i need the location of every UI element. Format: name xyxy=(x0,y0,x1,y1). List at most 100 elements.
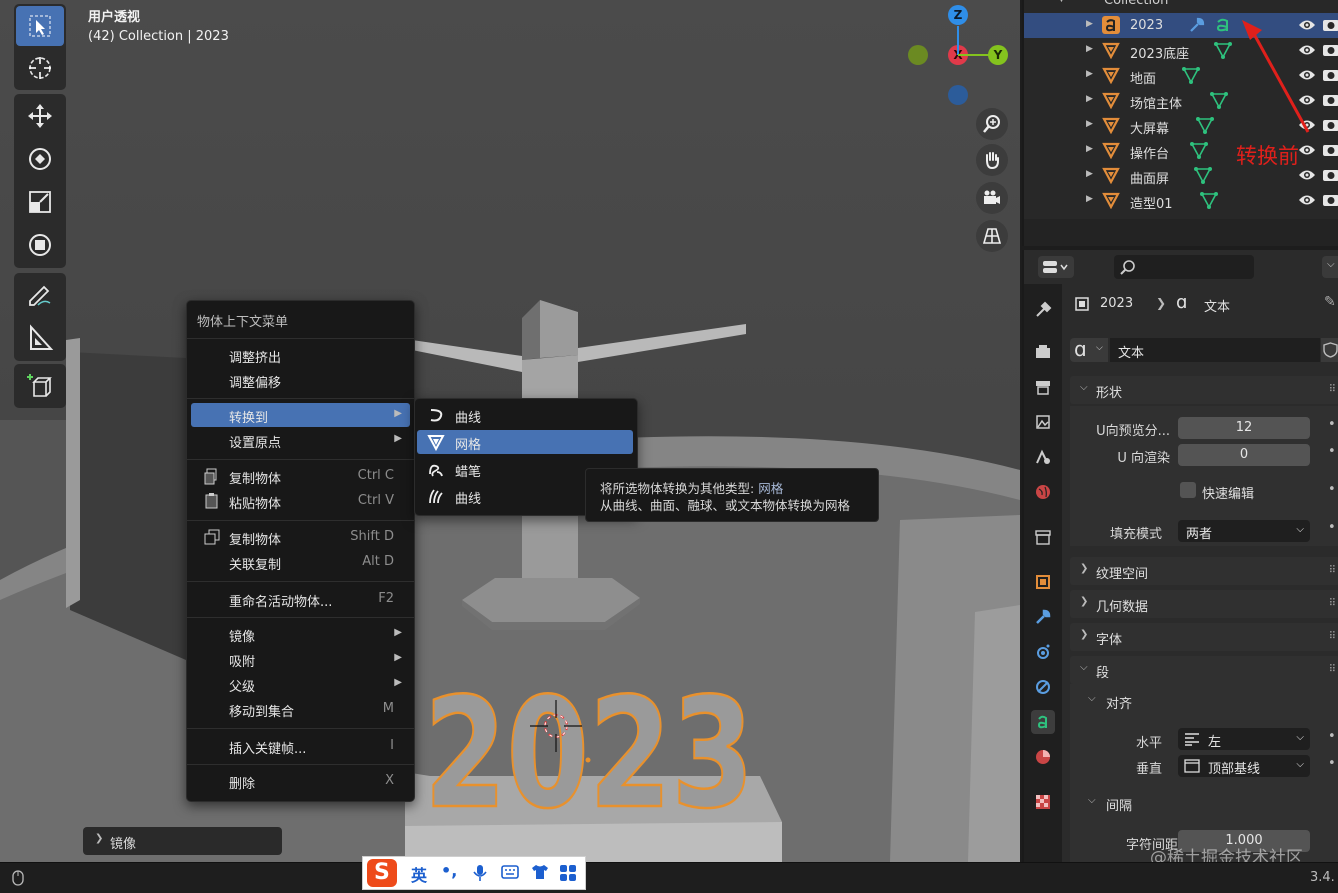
fast-edit-checkbox[interactable] xyxy=(1180,482,1196,498)
render-camera-icon[interactable] xyxy=(1322,193,1338,211)
tab-scene[interactable] xyxy=(1031,445,1055,469)
options-dropdown[interactable]: ⌵ xyxy=(1322,256,1338,278)
menu-item-adjust-extrude[interactable]: 调整挤出 xyxy=(191,343,410,367)
expand-icon[interactable]: ▶ xyxy=(1086,194,1093,204)
animate-property-dot[interactable]: • xyxy=(1328,482,1336,497)
render-camera-icon[interactable] xyxy=(1322,118,1338,136)
horizontal-align-dropdown[interactable]: 左 ⌵ xyxy=(1178,728,1310,750)
3d-viewport[interactable]: 2023 用户透视 (42) Collection | 2023 Z Y 物体上… xyxy=(0,0,1020,862)
tab-view-layer[interactable] xyxy=(1031,410,1055,434)
annotate-tool[interactable] xyxy=(16,275,64,315)
tab-output[interactable] xyxy=(1031,375,1055,399)
pin-icon[interactable]: ✎ xyxy=(1324,294,1336,310)
ime-language-toggle[interactable]: 英 xyxy=(411,862,427,886)
add-cube-tool[interactable] xyxy=(16,366,64,406)
keyboard-icon[interactable] xyxy=(501,865,519,879)
panel-shape[interactable]: ⌵ 形状 ⠿ xyxy=(1070,376,1338,404)
outliner-collection-row[interactable]: ▼ Collection xyxy=(1024,0,1338,13)
outliner-item-name[interactable]: 大屏幕 xyxy=(1130,118,1169,137)
menu-item-insert-keyframe[interactable]: 插入关键帧... I xyxy=(191,734,410,758)
gizmo-neg-z-axis[interactable] xyxy=(948,85,968,105)
outliner-item-name[interactable]: 2023 xyxy=(1130,18,1163,33)
fill-mode-dropdown[interactable]: 两者 ⌵ xyxy=(1178,520,1310,542)
expand-icon[interactable]: ▶ xyxy=(1086,94,1093,104)
mesh-data-icon[interactable] xyxy=(1194,166,1212,188)
panel-paragraph[interactable]: ⌵ 段 ⠿ xyxy=(1070,656,1338,684)
menu-item-mirror[interactable]: 镜像 ▶ xyxy=(191,622,410,646)
expand-icon[interactable]: ▶ xyxy=(1086,44,1093,54)
subpanel-spacing[interactable]: ⌵ 间隔 xyxy=(1080,790,1338,816)
eye-icon[interactable] xyxy=(1298,168,1316,186)
camera-view-button[interactable] xyxy=(976,182,1008,214)
expand-icon[interactable]: ▶ xyxy=(1086,19,1093,29)
cursor-tool[interactable] xyxy=(16,48,64,88)
outliner-item-name[interactable]: 2023底座 xyxy=(1130,43,1189,62)
menu-item-adjust-offset[interactable]: 调整偏移 xyxy=(191,368,410,392)
menu-item-rename-active[interactable]: 重命名活动物体... F2 xyxy=(191,587,410,611)
menu-item-duplicate-objects[interactable]: 复制物体 Shift D xyxy=(191,525,410,549)
panel-geometry[interactable]: ❯ 几何数据 ⠿ xyxy=(1070,590,1338,618)
animate-property-dot[interactable]: • xyxy=(1328,729,1336,744)
punctuation-icon[interactable]: •, xyxy=(441,861,457,880)
animate-property-dot[interactable]: • xyxy=(1328,520,1336,535)
render-camera-icon[interactable] xyxy=(1322,68,1338,86)
subpanel-alignment[interactable]: ⌵ 对齐 xyxy=(1080,688,1338,714)
toolbox-grid-icon[interactable] xyxy=(559,864,577,882)
vertical-align-dropdown[interactable]: 顶部基线 ⌵ xyxy=(1178,755,1310,777)
outliner-item-name[interactable]: 地面 xyxy=(1130,68,1156,87)
tab-object[interactable] xyxy=(1031,570,1055,594)
expand-icon[interactable]: ▶ xyxy=(1086,69,1093,79)
mesh-data-icon[interactable] xyxy=(1196,116,1214,138)
menu-item-set-origin[interactable]: 设置原点 ▶ xyxy=(191,428,410,452)
tab-world[interactable] xyxy=(1031,480,1055,504)
eye-icon[interactable] xyxy=(1298,143,1316,161)
zoom-button[interactable] xyxy=(976,108,1008,140)
outliner-item-name[interactable]: 造型01 xyxy=(1130,193,1173,212)
tab-collection[interactable] xyxy=(1031,525,1055,549)
skin-shirt-icon[interactable] xyxy=(531,864,549,880)
transform-tool[interactable] xyxy=(16,225,64,265)
perspective-toggle-button[interactable] xyxy=(976,220,1008,252)
u-render-resolution-field[interactable]: 0 xyxy=(1178,444,1310,466)
expand-icon[interactable]: ▶ xyxy=(1086,144,1093,154)
tab-particles[interactable] xyxy=(1031,640,1055,664)
submenu-item-curve[interactable]: 曲线 xyxy=(417,403,633,427)
expand-icon[interactable]: ▶ xyxy=(1086,119,1093,129)
tab-render[interactable] xyxy=(1031,340,1055,364)
last-operation-panel[interactable]: ❯ 镜像 xyxy=(83,827,282,855)
animate-property-dot[interactable]: • xyxy=(1328,756,1336,771)
tab-material[interactable] xyxy=(1031,745,1055,769)
sogou-logo-icon[interactable]: S xyxy=(367,859,397,887)
u-preview-resolution-field[interactable]: 12 xyxy=(1178,417,1310,439)
tab-tool[interactable] xyxy=(1031,298,1055,322)
menu-item-convert-to[interactable]: 转换到 ▶ xyxy=(191,403,410,427)
animate-property-dot[interactable]: • xyxy=(1328,417,1336,432)
fake-user-button[interactable] xyxy=(1321,338,1338,362)
panel-texture-space[interactable]: ❯ 纹理空间 ⠿ xyxy=(1070,557,1338,585)
menu-item-duplicate-linked[interactable]: 关联复制 Alt D xyxy=(191,550,410,574)
scale-tool[interactable] xyxy=(16,182,64,222)
gizmo-neg-y-axis[interactable] xyxy=(908,45,928,65)
tab-texture[interactable] xyxy=(1031,790,1055,814)
render-camera-icon[interactable] xyxy=(1322,93,1338,111)
menu-item-delete[interactable]: 删除 X xyxy=(191,769,410,793)
mesh-data-icon[interactable] xyxy=(1190,141,1208,163)
menu-item-parent[interactable]: 父级 ▶ xyxy=(191,672,410,696)
rotate-tool[interactable] xyxy=(16,139,64,179)
tab-physics[interactable] xyxy=(1031,675,1055,699)
properties-search-input[interactable] xyxy=(1114,255,1254,279)
mesh-data-icon[interactable] xyxy=(1182,66,1200,88)
render-camera-icon[interactable] xyxy=(1322,18,1338,36)
outliner-item-name[interactable]: 操作台 xyxy=(1130,143,1169,162)
menu-item-paste-objects[interactable]: 粘贴物体 Ctrl V xyxy=(191,489,410,513)
pan-button[interactable] xyxy=(976,144,1008,176)
render-camera-icon[interactable] xyxy=(1322,43,1338,61)
datablock-browse-button[interactable]: ɑ ⌵ xyxy=(1070,337,1108,362)
render-camera-icon[interactable] xyxy=(1322,168,1338,186)
microphone-icon[interactable] xyxy=(473,864,487,882)
render-camera-icon[interactable] xyxy=(1322,143,1338,161)
mesh-data-icon[interactable] xyxy=(1200,191,1218,213)
outliner-row[interactable]: ▶ 造型01 xyxy=(1024,188,1338,213)
select-box-tool[interactable] xyxy=(16,6,64,46)
outliner-item-name[interactable]: 场馆主体 xyxy=(1130,93,1182,112)
